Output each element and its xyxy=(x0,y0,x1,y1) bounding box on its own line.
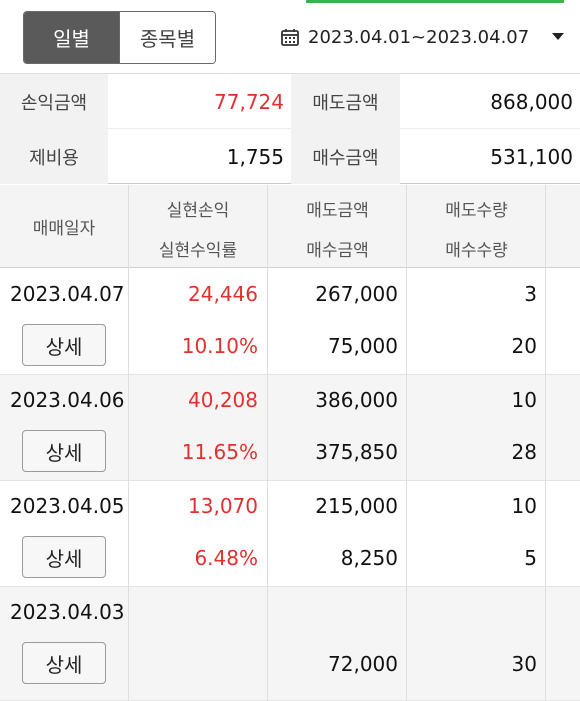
trade-date: 2023.04.05 xyxy=(10,494,125,518)
buy-amount-value: 531,100 xyxy=(490,144,573,169)
column-divider xyxy=(545,185,546,701)
view-toggle: 일별 종목별 xyxy=(23,11,216,64)
header-buy-qty: 매수수량 xyxy=(445,241,508,261)
trade-date: 2023.04.07 xyxy=(10,282,125,306)
buy-qty: 5 xyxy=(524,546,537,570)
column-divider xyxy=(128,185,129,701)
header-buy-amount: 매수금액 xyxy=(306,241,369,261)
realized-rate: 6.48% xyxy=(194,546,258,570)
realized-pnl: 40,208 xyxy=(188,388,258,412)
table-row: 2023.04.05 상세 13,070 6.48% 215,000 8,250… xyxy=(0,481,580,587)
sell-amount: 386,000 xyxy=(315,388,398,412)
buy-amount: 375,850 xyxy=(315,440,398,464)
header-realized: 실현손익 실현수익률 xyxy=(128,185,268,268)
realized-pnl xyxy=(128,596,258,628)
header-quantity: 매도수량 매수수량 xyxy=(407,185,546,268)
sell-qty xyxy=(407,596,537,628)
column-divider xyxy=(406,185,407,701)
detail-button[interactable]: 상세 xyxy=(22,324,106,366)
buy-amount: 72,000 xyxy=(328,652,398,676)
buy-amount: 75,000 xyxy=(328,334,398,358)
calendar-icon xyxy=(281,29,299,46)
pnl-label: 손익금액 xyxy=(0,74,108,129)
date-range-selector[interactable]: 2023.04.01~2023.04.07 xyxy=(280,20,570,54)
sell-amount xyxy=(268,596,398,628)
sell-qty: 3 xyxy=(524,282,537,306)
table-row: 2023.04.07 상세 24,446 10.10% 267,000 75,0… xyxy=(0,269,580,375)
sell-qty: 10 xyxy=(511,494,537,518)
dropdown-caret-icon[interactable] xyxy=(552,33,564,40)
header-realized-rate: 실현수익률 xyxy=(158,241,238,261)
detail-button[interactable]: 상세 xyxy=(22,430,106,472)
daily-tab[interactable]: 일별 xyxy=(24,12,119,63)
top-accent-bar xyxy=(306,0,564,3)
buy-amount: 8,250 xyxy=(340,546,398,570)
realized-rate xyxy=(128,648,258,680)
column-divider xyxy=(267,185,268,701)
header-realized-pnl: 실현손익 xyxy=(166,201,230,221)
summary-panel: 손익금액 77,724 매도금액 868,000 제비용 1,755 매수금액 … xyxy=(0,73,580,184)
realized-pnl: 13,070 xyxy=(188,494,258,518)
table-row: 2023.04.06 상세 40,208 11.65% 386,000 375,… xyxy=(0,375,580,481)
sell-amount: 267,000 xyxy=(315,282,398,306)
buy-amount-label: 매수금액 xyxy=(291,129,400,184)
sell-qty: 10 xyxy=(511,388,537,412)
detail-button[interactable]: 상세 xyxy=(22,642,106,684)
sell-amount-value: 868,000 xyxy=(490,89,573,114)
by-stock-tab[interactable]: 종목별 xyxy=(119,12,215,63)
trade-date: 2023.04.03 xyxy=(10,600,125,624)
table-row: 2023.04.03 상세 72,000 30 xyxy=(0,587,580,701)
sell-amount: 215,000 xyxy=(315,494,398,518)
realized-rate: 10.10% xyxy=(181,334,258,358)
realized-rate: 11.65% xyxy=(181,440,258,464)
fee-value: 1,755 xyxy=(226,144,284,169)
header-trade-date: 매매일자 xyxy=(32,219,96,239)
summary-row: 제비용 1,755 매수금액 531,100 xyxy=(0,129,580,184)
date-range-text: 2023.04.01~2023.04.07 xyxy=(308,26,530,48)
summary-row: 손익금액 77,724 매도금액 868,000 xyxy=(0,74,580,129)
header-amount: 매도금액 매수금액 xyxy=(268,185,407,268)
realized-pnl: 24,446 xyxy=(188,282,258,306)
table-header: 매매일자 실현손익 실현수익률 매도금액 매수금액 매도수량 매수수량 xyxy=(0,185,580,268)
trade-date: 2023.04.06 xyxy=(10,388,125,412)
buy-qty: 20 xyxy=(511,334,537,358)
sell-amount-label: 매도금액 xyxy=(291,74,400,129)
pnl-value: 77,724 xyxy=(214,89,284,114)
header-sell-amount: 매도금액 xyxy=(306,201,369,221)
buy-qty: 28 xyxy=(511,440,537,464)
detail-button[interactable]: 상세 xyxy=(22,536,106,578)
header-sell-qty: 매도수량 xyxy=(445,201,508,221)
buy-qty: 30 xyxy=(511,652,537,676)
fee-label: 제비용 xyxy=(0,129,108,184)
